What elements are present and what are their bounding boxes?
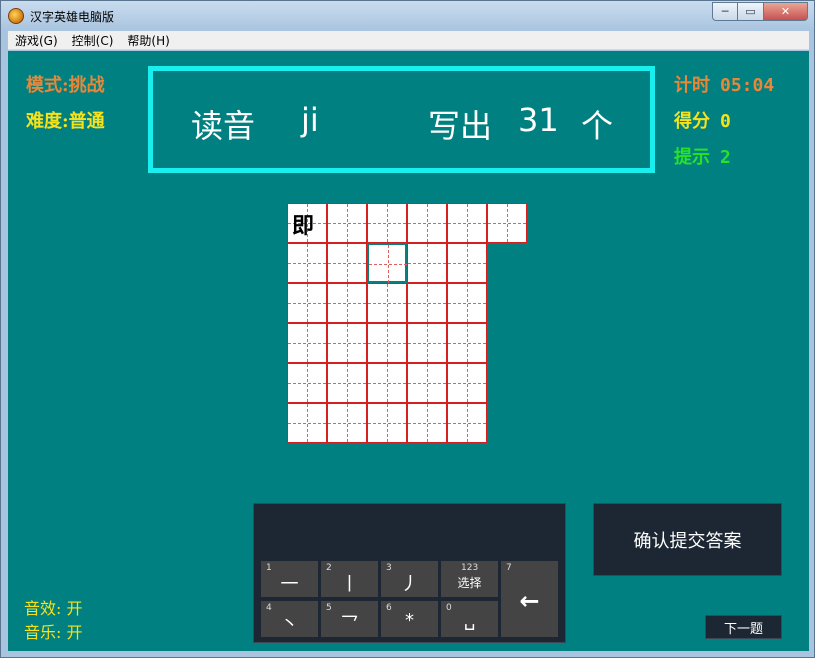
sound-effects-toggle[interactable]: 音效: 开 (24, 595, 82, 619)
hint-counter[interactable]: 提示 2 (674, 143, 731, 169)
minimize-button[interactable]: ─ (712, 2, 738, 21)
key-wildcard[interactable]: 6 * (381, 601, 438, 637)
grid-cell[interactable]: 即 (287, 203, 327, 243)
grid-cell[interactable] (287, 323, 327, 363)
grid-cell[interactable] (407, 203, 447, 243)
grid-cell[interactable] (407, 323, 447, 363)
window-controls: ─ ▭ ✕ (712, 2, 808, 21)
key-stroke-dian[interactable]: 4丶 (261, 601, 318, 637)
grid-cell[interactable] (367, 283, 407, 323)
key-stroke-zhe[interactable]: 5乛 (321, 601, 378, 637)
key-label: ← (519, 587, 540, 615)
target-count: 31 (518, 101, 559, 139)
key-space[interactable]: 0 ␣ (441, 601, 498, 637)
next-question-button[interactable]: 下一题 (705, 615, 782, 639)
grid-cell[interactable] (327, 403, 367, 443)
key-stroke-shu[interactable]: 2丨 (321, 561, 378, 597)
grid-cell[interactable] (447, 203, 487, 243)
grid-cell[interactable] (287, 243, 327, 283)
grid-cell[interactable] (287, 363, 327, 403)
hint-value: 2 (720, 147, 731, 168)
maximize-button[interactable]: ▭ (738, 2, 764, 21)
grid-cell[interactable] (367, 243, 407, 283)
grid-cell[interactable] (327, 323, 367, 363)
score-label: 得分 (674, 111, 710, 132)
score: 得分 0 (674, 107, 731, 133)
game-area: 模式:挑战 难度:普通 读音 ji 写出 31 个 计时 05:04 得分 0 提示… (8, 51, 809, 651)
grid-cell[interactable] (287, 283, 327, 323)
menu-game[interactable]: 游戏(G) (8, 32, 65, 49)
stroke-keypad: 1 一 2 丨 3 丿 123 选择 7 ← 4 丶 5 乛 6 * 0 ␣ (253, 503, 566, 643)
key-backspace[interactable]: 7 ← (501, 561, 558, 637)
key-label: 丶 (280, 614, 299, 635)
key-label: ␣ (463, 610, 476, 631)
app-window: 汉字英雄电脑版 ─ ▭ ✕ 游戏(G) 控制(C) 帮助(H) 模式:挑战 难度… (0, 0, 815, 658)
app-logo-icon (8, 8, 24, 24)
grid-cell[interactable] (447, 363, 487, 403)
grid-cell[interactable] (327, 243, 367, 283)
score-value: 0 (720, 111, 731, 132)
key-number: 7 (506, 563, 512, 573)
key-label: * (405, 610, 414, 631)
grid-cell[interactable] (447, 403, 487, 443)
difficulty-label: 难度:普通 (26, 111, 105, 132)
submit-answer-button[interactable]: 确认提交答案 (593, 503, 782, 576)
window-title: 汉字英雄电脑版 (30, 10, 115, 24)
key-label: 丨 (340, 574, 359, 595)
key-label: 丿 (400, 574, 419, 595)
count-unit: 个 (581, 107, 614, 145)
grid-cell[interactable] (327, 363, 367, 403)
write-label: 写出 (428, 107, 493, 145)
grid-cell[interactable] (367, 403, 407, 443)
grid-cell[interactable] (327, 283, 367, 323)
grid-cell[interactable] (367, 203, 407, 243)
key-label: 选择 (457, 576, 482, 590)
music-toggle[interactable]: 音乐: 开 (24, 619, 82, 643)
answer-character: 即 (292, 213, 315, 239)
close-button[interactable]: ✕ (764, 2, 808, 21)
menu-control[interactable]: 控制(C) (65, 32, 121, 49)
menu-help[interactable]: 帮助(H) (120, 32, 176, 49)
timer-label: 计时 (674, 75, 710, 96)
pinyin-text: ji (301, 101, 319, 139)
grid-cell[interactable] (367, 323, 407, 363)
grid-cell[interactable] (327, 203, 367, 243)
mode-label: 模式:挑战 (26, 75, 105, 96)
grid-cell[interactable] (447, 243, 487, 283)
grid-cell[interactable] (407, 283, 447, 323)
timer-value: 05:04 (720, 75, 775, 96)
key-select[interactable]: 123 选择 (441, 561, 498, 597)
grid-cell[interactable] (407, 243, 447, 283)
timer: 计时 05:04 (674, 71, 774, 97)
question-banner: 读音 ji 写出 31 个 (148, 66, 655, 173)
menu-bar: 游戏(G) 控制(C) 帮助(H) (8, 31, 809, 50)
key-label: 乛 (340, 614, 359, 635)
key-number: 123 (461, 563, 479, 573)
grid-cell[interactable] (407, 403, 447, 443)
grid-cell[interactable] (287, 403, 327, 443)
key-stroke-heng[interactable]: 1一 (261, 561, 318, 597)
grid-cell[interactable] (367, 363, 407, 403)
key-stroke-pie[interactable]: 3丿 (381, 561, 438, 597)
grid-cell[interactable] (447, 323, 487, 363)
title-bar[interactable]: 汉字英雄电脑版 ─ ▭ ✕ (1, 1, 814, 31)
grid-cell[interactable] (447, 283, 487, 323)
key-label: 一 (280, 574, 299, 595)
reading-label: 读音 (191, 107, 256, 145)
hint-label: 提示 (674, 147, 710, 168)
grid-cell[interactable] (407, 363, 447, 403)
grid-cell[interactable] (487, 203, 527, 243)
